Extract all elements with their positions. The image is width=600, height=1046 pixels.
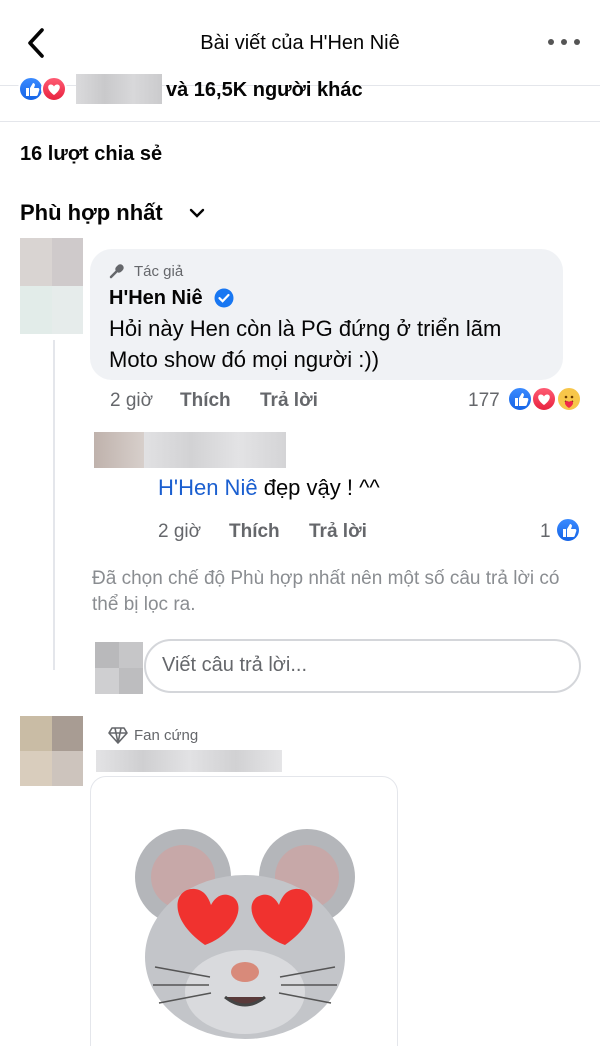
reactions-summary-text[interactable]: và 16,5K người khác (166, 79, 363, 102)
blurred-names (76, 74, 162, 104)
divider (0, 121, 600, 122)
page-title: Bài viết của H'Hen Niê (200, 32, 400, 54)
comment-author[interactable]: H'Hen Niê (109, 287, 203, 310)
like-button[interactable]: Thích (180, 390, 231, 412)
like-reaction-icon (555, 517, 581, 543)
mention-link[interactable]: H'Hen Niê (158, 475, 258, 500)
comment-text-line-2: Moto show đó mọi người :)) (109, 347, 380, 372)
reply-text: H'Hen Niê đẹp vậy ! ^^ (158, 472, 380, 503)
fan-badge: Fan cứng (134, 727, 199, 744)
reply-button[interactable]: Trả lời (260, 390, 318, 412)
filter-notice: Đã chọn chế độ Phù hợp nhất nên một số c… (92, 568, 560, 615)
chevron-down-icon[interactable] (188, 206, 206, 218)
diamond-icon (108, 726, 128, 749)
love-reaction-icon (41, 76, 67, 102)
like-button[interactable]: Thích (229, 521, 280, 543)
like-reaction-icon (507, 386, 533, 412)
verified-badge-icon (214, 288, 234, 313)
author-badge: Tác giả (134, 263, 184, 280)
blurred-name (96, 750, 282, 772)
my-avatar (95, 642, 143, 694)
reply-input-box[interactable] (144, 639, 581, 693)
mouse-heart-eyes-sticker (125, 817, 365, 1046)
avatar[interactable] (94, 432, 144, 468)
comment-text-line-1: Hỏi này Hen còn là PG đứng ở triển lãm (109, 316, 502, 341)
blurred-name (144, 432, 286, 468)
avatar[interactable] (20, 716, 83, 786)
reply-input[interactable] (162, 654, 562, 677)
care-reaction-icon (556, 386, 582, 412)
reply-time: 2 giờ (158, 521, 202, 542)
love-reaction-icon (531, 386, 557, 412)
reply-body: đẹp vậy ! ^^ (263, 475, 380, 500)
comment-bubble: Tác giả H'Hen Niê Hỏi này Hen còn là PG … (90, 249, 563, 380)
avatar[interactable] (20, 238, 83, 334)
thread-line (53, 340, 55, 670)
reply-button[interactable]: Trả lời (309, 521, 367, 543)
shares-count[interactable]: 16 lượt chia sẻ (20, 143, 162, 166)
microphone-icon (108, 262, 126, 285)
comment-time: 2 giờ (110, 390, 154, 411)
sticker-card[interactable] (90, 776, 398, 1046)
reaction-count[interactable]: 177 (468, 390, 500, 412)
reaction-count[interactable]: 1 (540, 521, 551, 543)
sort-selector[interactable]: Phù hợp nhất (20, 200, 163, 226)
more-options-icon[interactable] (546, 36, 582, 50)
